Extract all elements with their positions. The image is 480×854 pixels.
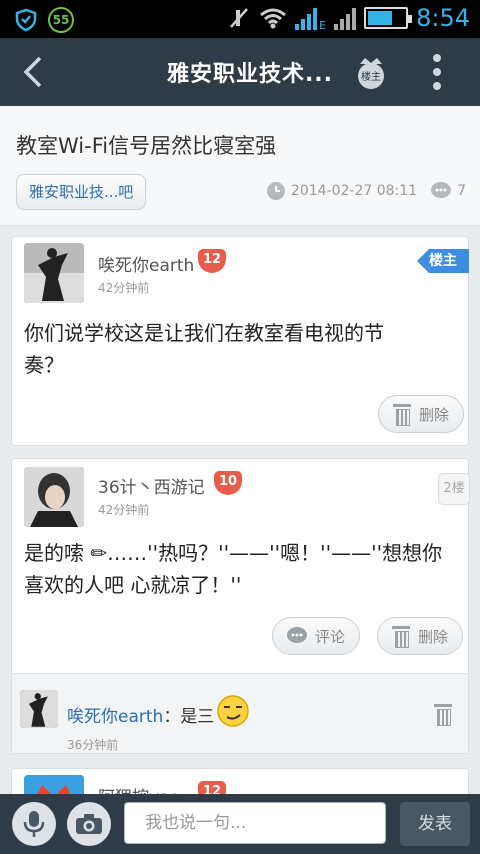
wifi-icon — [260, 8, 287, 29]
camera-button[interactable] — [67, 802, 111, 846]
send-button[interactable]: 发表 — [400, 802, 470, 846]
owner-badge: 楼主 — [417, 249, 469, 273]
crown-label: 楼主 — [361, 70, 381, 83]
page-title: 雅安职业技术... — [166, 62, 334, 87]
delete-button[interactable]: 删除 — [378, 395, 465, 433]
battery-icon — [364, 7, 413, 29]
post-content: 是的嗦 ✏……''热吗？''——''嗯！''——''想想你 喜欢的人吧 心就凉了… — [24, 541, 443, 597]
sim-signal-icon — [334, 6, 357, 30]
more-menu-icon[interactable] — [426, 54, 448, 90]
avatar[interactable] — [20, 690, 58, 728]
comment-button[interactable]: 评论 — [272, 617, 361, 655]
reply-time: 36分钟前 — [67, 738, 119, 752]
smiley-emoticon-icon — [217, 695, 249, 727]
battery-saver-badge: 55 — [48, 7, 74, 33]
level-badge: 12 — [198, 249, 226, 273]
avatar[interactable] — [24, 467, 84, 527]
reply-input[interactable]: 我也说一句... — [124, 802, 386, 844]
reply-username[interactable]: 唉死你earth — [67, 707, 163, 727]
username[interactable]: 36计丶西游记 — [98, 473, 205, 498]
comment-count: 7 — [457, 183, 466, 199]
network-type-label: E — [319, 19, 327, 32]
level-badge: 10 — [214, 471, 242, 495]
shield-icon — [15, 8, 37, 32]
clock: 8:54 — [416, 4, 470, 32]
status-bar: 55 E 8:54 — [0, 0, 480, 38]
delete-button[interactable]: 删除 — [377, 617, 464, 655]
thread-meta: 2014-02-27 08:11 7 — [266, 182, 466, 200]
signal-bars-icon — [295, 6, 318, 30]
thread-date: 2014-02-27 08:11 — [290, 183, 418, 199]
post-card: 36计丶西游记 10 42分钟前 2楼 是的嗦 ✏……''热吗？''——''嗯！… — [11, 458, 470, 754]
comment-bubble-icon — [287, 627, 307, 643]
avatar[interactable] — [24, 243, 84, 303]
post-card: 唉死你earth 12 42分钟前 楼主 你们说学校这是让我们在教室看电视的节 … — [11, 236, 469, 446]
thread-header: 教室Wi-Fi信号居然比寝室强 雅安职业技...吧 2014-02-27 08:… — [0, 106, 480, 226]
clock-icon — [266, 182, 285, 200]
reply-text: 唉死你earth：是三 — [67, 707, 215, 727]
mute-icon — [230, 8, 249, 28]
trash-icon — [393, 404, 411, 426]
reply-delete-icon[interactable] — [434, 704, 452, 726]
voice-button[interactable] — [12, 802, 56, 846]
app-header: 雅安职业技术... 楼主 — [0, 38, 480, 106]
username[interactable]: 唉死你earth — [98, 251, 194, 276]
reply-bar: 我也说一句... 发表 — [0, 794, 480, 854]
camera-icon — [76, 814, 102, 834]
back-arrow-icon[interactable] — [14, 52, 54, 92]
crown-owner-icon[interactable]: 楼主 — [354, 52, 388, 90]
post-time: 42分钟前 — [98, 503, 150, 517]
post-content: 你们说学校这是让我们在教室看电视的节 奏？ — [24, 321, 384, 377]
reply-section: 唉死你earth：是三 36分钟前 — [12, 673, 468, 753]
forum-link-button[interactable]: 雅安职业技...吧 — [16, 174, 147, 210]
floor-number: 2楼 — [438, 473, 470, 505]
post-time: 42分钟前 — [98, 281, 150, 295]
microphone-icon — [23, 811, 45, 837]
trash-icon — [392, 626, 410, 648]
comment-bubble-icon — [431, 182, 452, 198]
thread-title: 教室Wi-Fi信号居然比寝室强 — [16, 134, 277, 158]
